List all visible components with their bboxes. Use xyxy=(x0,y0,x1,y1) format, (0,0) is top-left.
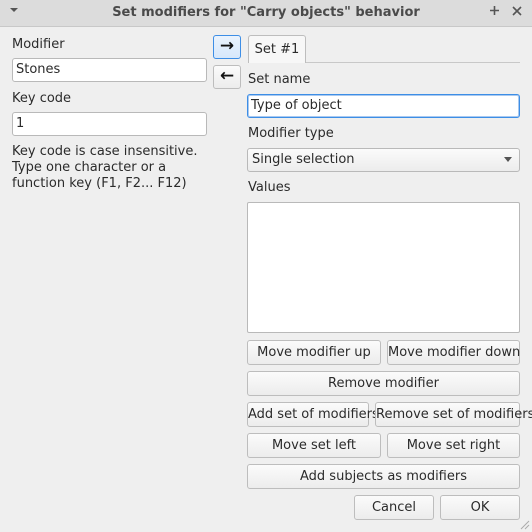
cancel-button[interactable]: Cancel xyxy=(354,495,434,520)
remove-set-button[interactable]: Remove set of modifiers xyxy=(375,402,532,427)
keycode-description: Key code is case insensitive. Type one c… xyxy=(12,144,198,191)
remove-modifier-button[interactable]: Remove modifier xyxy=(247,371,520,396)
values-label: Values xyxy=(248,180,291,195)
modifier-input[interactable]: Stones xyxy=(12,58,207,82)
close-icon[interactable] xyxy=(512,5,522,20)
move-set-left-button[interactable]: Move set left xyxy=(247,433,381,458)
set-name-input[interactable]: Type of object xyxy=(247,94,520,118)
values-list[interactable] xyxy=(247,202,520,333)
arrow-right-icon: → xyxy=(219,36,235,56)
modifier-type-value: Single selection xyxy=(252,152,355,167)
dialog-window: Set modifiers for "Carry objects" behavi… xyxy=(0,0,532,532)
keycode-input[interactable]: 1 xyxy=(12,112,207,136)
ok-button[interactable]: OK xyxy=(440,495,520,520)
add-set-button[interactable]: Add set of modifiers xyxy=(247,402,379,427)
set-name-label: Set name xyxy=(248,72,311,87)
modifier-type-label: Modifier type xyxy=(248,126,334,141)
tab-divider xyxy=(306,62,520,63)
move-set-right-button[interactable]: Move set right xyxy=(387,433,520,458)
move-modifier-down-button[interactable]: Move modifier down xyxy=(387,340,520,365)
modifier-label: Modifier xyxy=(12,37,65,52)
move-left-arrow-button[interactable]: ← xyxy=(213,65,241,89)
window-title: Set modifiers for "Carry objects" behavi… xyxy=(112,5,420,20)
keycode-label: Key code xyxy=(12,91,72,106)
tab-set-1[interactable]: Set #1 xyxy=(248,35,306,63)
add-subjects-button[interactable]: Add subjects as modifiers xyxy=(247,464,520,489)
move-modifier-up-button[interactable]: Move modifier up xyxy=(247,340,381,365)
arrow-left-icon: ← xyxy=(219,66,235,86)
modifier-type-select[interactable]: Single selection xyxy=(247,148,520,172)
move-right-arrow-button[interactable]: → xyxy=(213,35,241,59)
chevron-down-icon xyxy=(504,157,512,162)
title-bar[interactable]: Set modifiers for "Carry objects" behavi… xyxy=(0,0,532,27)
plus-icon[interactable] xyxy=(489,5,500,20)
resize-grip-icon[interactable] xyxy=(518,518,530,530)
